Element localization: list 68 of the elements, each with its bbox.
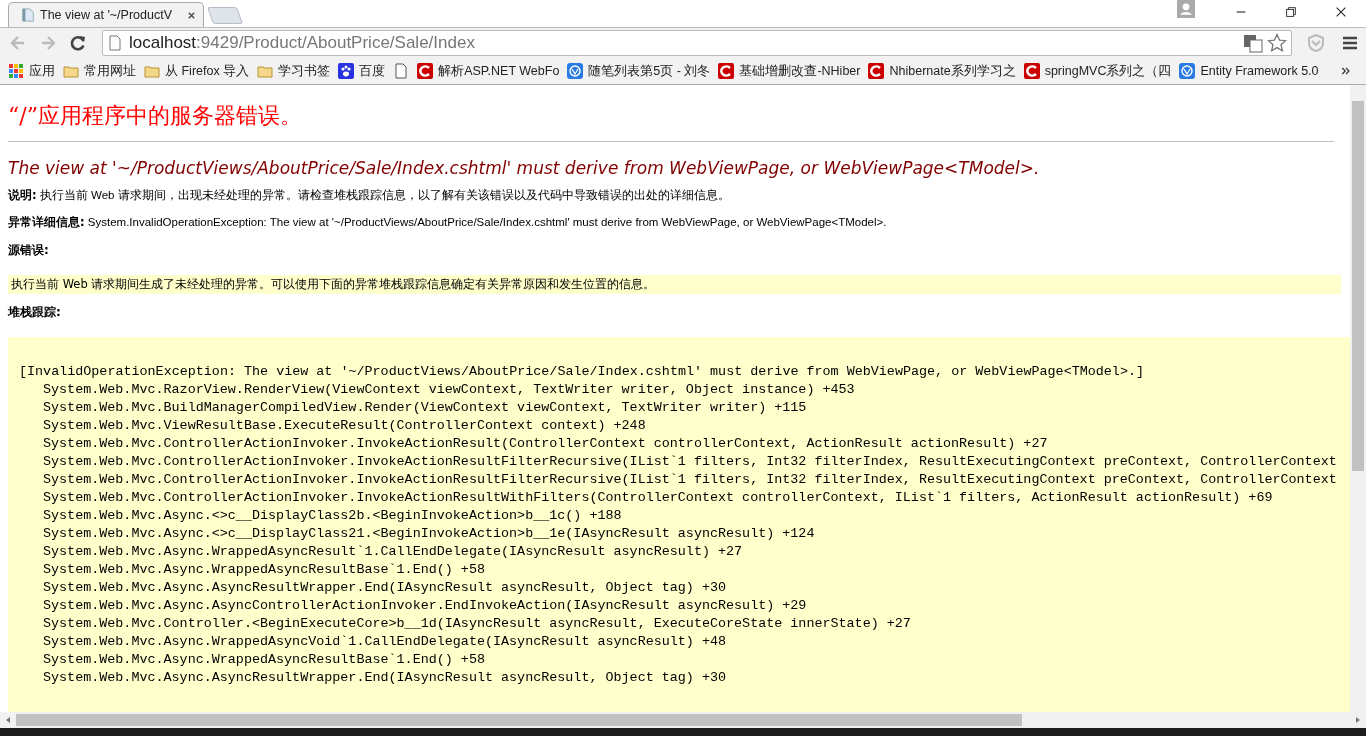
translate-icon[interactable] (1243, 33, 1263, 53)
field-text: System.InvalidOperationException: The view at '~/ProductViews/AboutPrice/Sale/Index.cshtml' must derive from WebViewPage, or WebViewPage<TModel>. (86, 216, 887, 228)
stack-line: System.Web.Mvc.ViewResultBase.ExecuteResult(ControllerContext context) +248 (42, 417, 647, 435)
stack-line: System.Web.Mvc.Async.WrappedAsyncResult`1.CallEndDelegate(IAsyncResult asyncResult) +27 (42, 543, 744, 561)
bookmark-item[interactable]: 应用 (8, 62, 61, 80)
stack-line: System.Web.Mvc.Async.WrappedAsyncResultBase`1.End() +58 (42, 561, 486, 579)
bookmark-item[interactable]: 学习书签 (257, 62, 337, 80)
c-logo-icon (868, 63, 885, 79)
page-heading: “/”应用程序中的服务器错误。 (8, 102, 303, 130)
section-label: 源错误: (8, 242, 50, 259)
page-icon (393, 63, 410, 79)
folder-icon (144, 63, 160, 79)
field-label: 异常详细信息: (8, 215, 85, 229)
star-icon[interactable] (1267, 33, 1287, 53)
bookmark-item[interactable]: 常用网址 (63, 62, 142, 80)
browser-tab[interactable]: The view at '~/ProductV (8, 2, 204, 27)
page-icon (21, 7, 35, 23)
stack-line: System.Web.Mvc.ControllerActionInvoker.InvokeActionResultFilterRecursive(IList`1 filters, Int32 filterIndex, ResultExecutingContext preContext, ControllerContext (42, 471, 1338, 489)
folder-icon (257, 63, 274, 79)
stack-line: System.Web.Mvc.Async.<>c__DisplayClass21.<BeginInvokeAction>b__1e(IAsyncResult asyncResult) +124 (42, 525, 816, 543)
field-text: 执行当前 Web 请求期间，出现未经处理的异常。请检查堆栈跟踪信息，以了解有关该错误以及代码中导致错误的出处的详细信息。 (38, 189, 730, 201)
c-logo-icon (1023, 63, 1040, 79)
stack-line: System.Web.Mvc.Controller.<BeginExecuteCore>b__1d(IAsyncResult asyncResult, ExecuteCoreState innerState) +27 (42, 615, 912, 633)
scroll-right-icon[interactable] (1354, 716, 1362, 724)
tab-title: The view at '~/ProductV (40, 8, 173, 22)
c-logo-icon (718, 63, 735, 79)
apps-icon (8, 63, 24, 79)
bookmark-item[interactable]: 基础增删改查-NHiber (718, 62, 867, 80)
double-chevron-icon (1340, 65, 1352, 77)
new-tab-button[interactable] (206, 7, 244, 24)
restore-icon (1284, 5, 1298, 19)
stack-line: System.Web.Mvc.Async.AsyncResultWrapper.End(IAsyncResult asyncResult, Object tag) +30 (42, 669, 728, 687)
c-logo-icon (417, 63, 434, 79)
bookmark-item[interactable]: 随笔列表第5页 - 刘冬 (567, 62, 717, 80)
stack-line: System.Web.Mvc.Async.AsyncControllerActionInvoker.EndInvokeAction(IAsyncResult asyncResult) +29 (42, 597, 808, 615)
scroll-left-icon[interactable] (4, 716, 12, 724)
vertical-scrollbar[interactable] (1350, 85, 1366, 712)
bookmark-item[interactable]: springMVC系列之（四 (1023, 62, 1178, 80)
url-text: localhost:9429/Product/AboutPrice/Sale/Index (129, 33, 475, 53)
stack-line: System.Web.Mvc.BuildManagerCompiledView.Render(ViewContext viewContext, TextWriter writer) +115 (42, 399, 808, 417)
folder-icon (63, 63, 79, 79)
field-label: 说明: (8, 188, 37, 202)
stack-line: System.Web.Mvc.Async.AsyncResultWrapper.End(IAsyncResult asyncResult, Object tag) +30 (42, 579, 728, 597)
address-bar[interactable]: localhost:9429/Product/AboutPrice/Sale/Index (102, 30, 1292, 56)
stack-line: System.Web.Mvc.Async.WrappedAsyncVoid`1.CallEndDelegate(IAsyncResult asyncResult) +48 (42, 633, 728, 651)
horizontal-scrollbar[interactable] (0, 712, 1366, 728)
stack-line: System.Web.Mvc.ControllerActionInvoker.InvokeActionResult(ControllerContext controllerContext, ActionResult actionResult) +27 (42, 435, 1049, 453)
bookmark-item[interactable]: Entity Framework 5.0 (1179, 63, 1325, 79)
stack-line: System.Web.Mvc.ControllerActionInvoker.InvokeActionResultFilterRecursive(IList`1 filters, Int32 filterIndex, ResultExecutingContext preContext, ControllerContext (42, 453, 1338, 471)
globe-icon (567, 63, 584, 79)
page-icon (109, 35, 121, 51)
source-error-text: 执行当前 Web 请求期间生成了未经处理的异常。可以使用下面的异常堆栈跟踪信息确定有关异常原因和发生位置的信息。 (8, 275, 1341, 294)
shield-icon[interactable] (1306, 33, 1326, 53)
stack-line: System.Web.Mvc.Async.WrappedAsyncResultBase`1.End() +58 (42, 651, 486, 669)
stack-line: System.Web.Mvc.Async.<>c__DisplayClass2b.<BeginInvokeAction>b__1c() +188 (42, 507, 623, 525)
bookmark-item[interactable]: 百度 (338, 62, 392, 80)
error-message: The view at '~/ProductViews/AboutPrice/Sale/Index.cshtml' must derive from WebViewPage, or WebViewPage<TModel>. (8, 158, 1041, 178)
reload-icon[interactable] (68, 33, 88, 53)
stack-line: System.Web.Mvc.RazorView.RenderView(ViewContext viewContext, TextWriter writer, Object instance) +453 (42, 381, 856, 399)
bookmark-item[interactable]: 从 Firefox 导入 (144, 62, 256, 80)
paw-icon (338, 63, 355, 79)
stack-line: System.Web.Mvc.ControllerActionInvoker.InvokeActionResultWithFilters(ControllerContext controllerContext, IList`1 filters, ActionResult actionResult) +69 (42, 489, 1274, 507)
bookmark-item[interactable]: Nhibernate系列学习之 (868, 62, 1022, 80)
bookmark-item[interactable]: 解析ASP.NET WebFo (417, 62, 566, 80)
section-label: 堆栈跟踪: (8, 304, 62, 321)
globe-icon (1179, 63, 1196, 79)
close-icon (1334, 5, 1348, 19)
stack-line: [InvalidOperationException: The view at '~/ProductViews/AboutPrice/Sale/Index.cshtml' must derive from WebViewPage, or WebViewPage<TModel>.] (19, 363, 1145, 381)
